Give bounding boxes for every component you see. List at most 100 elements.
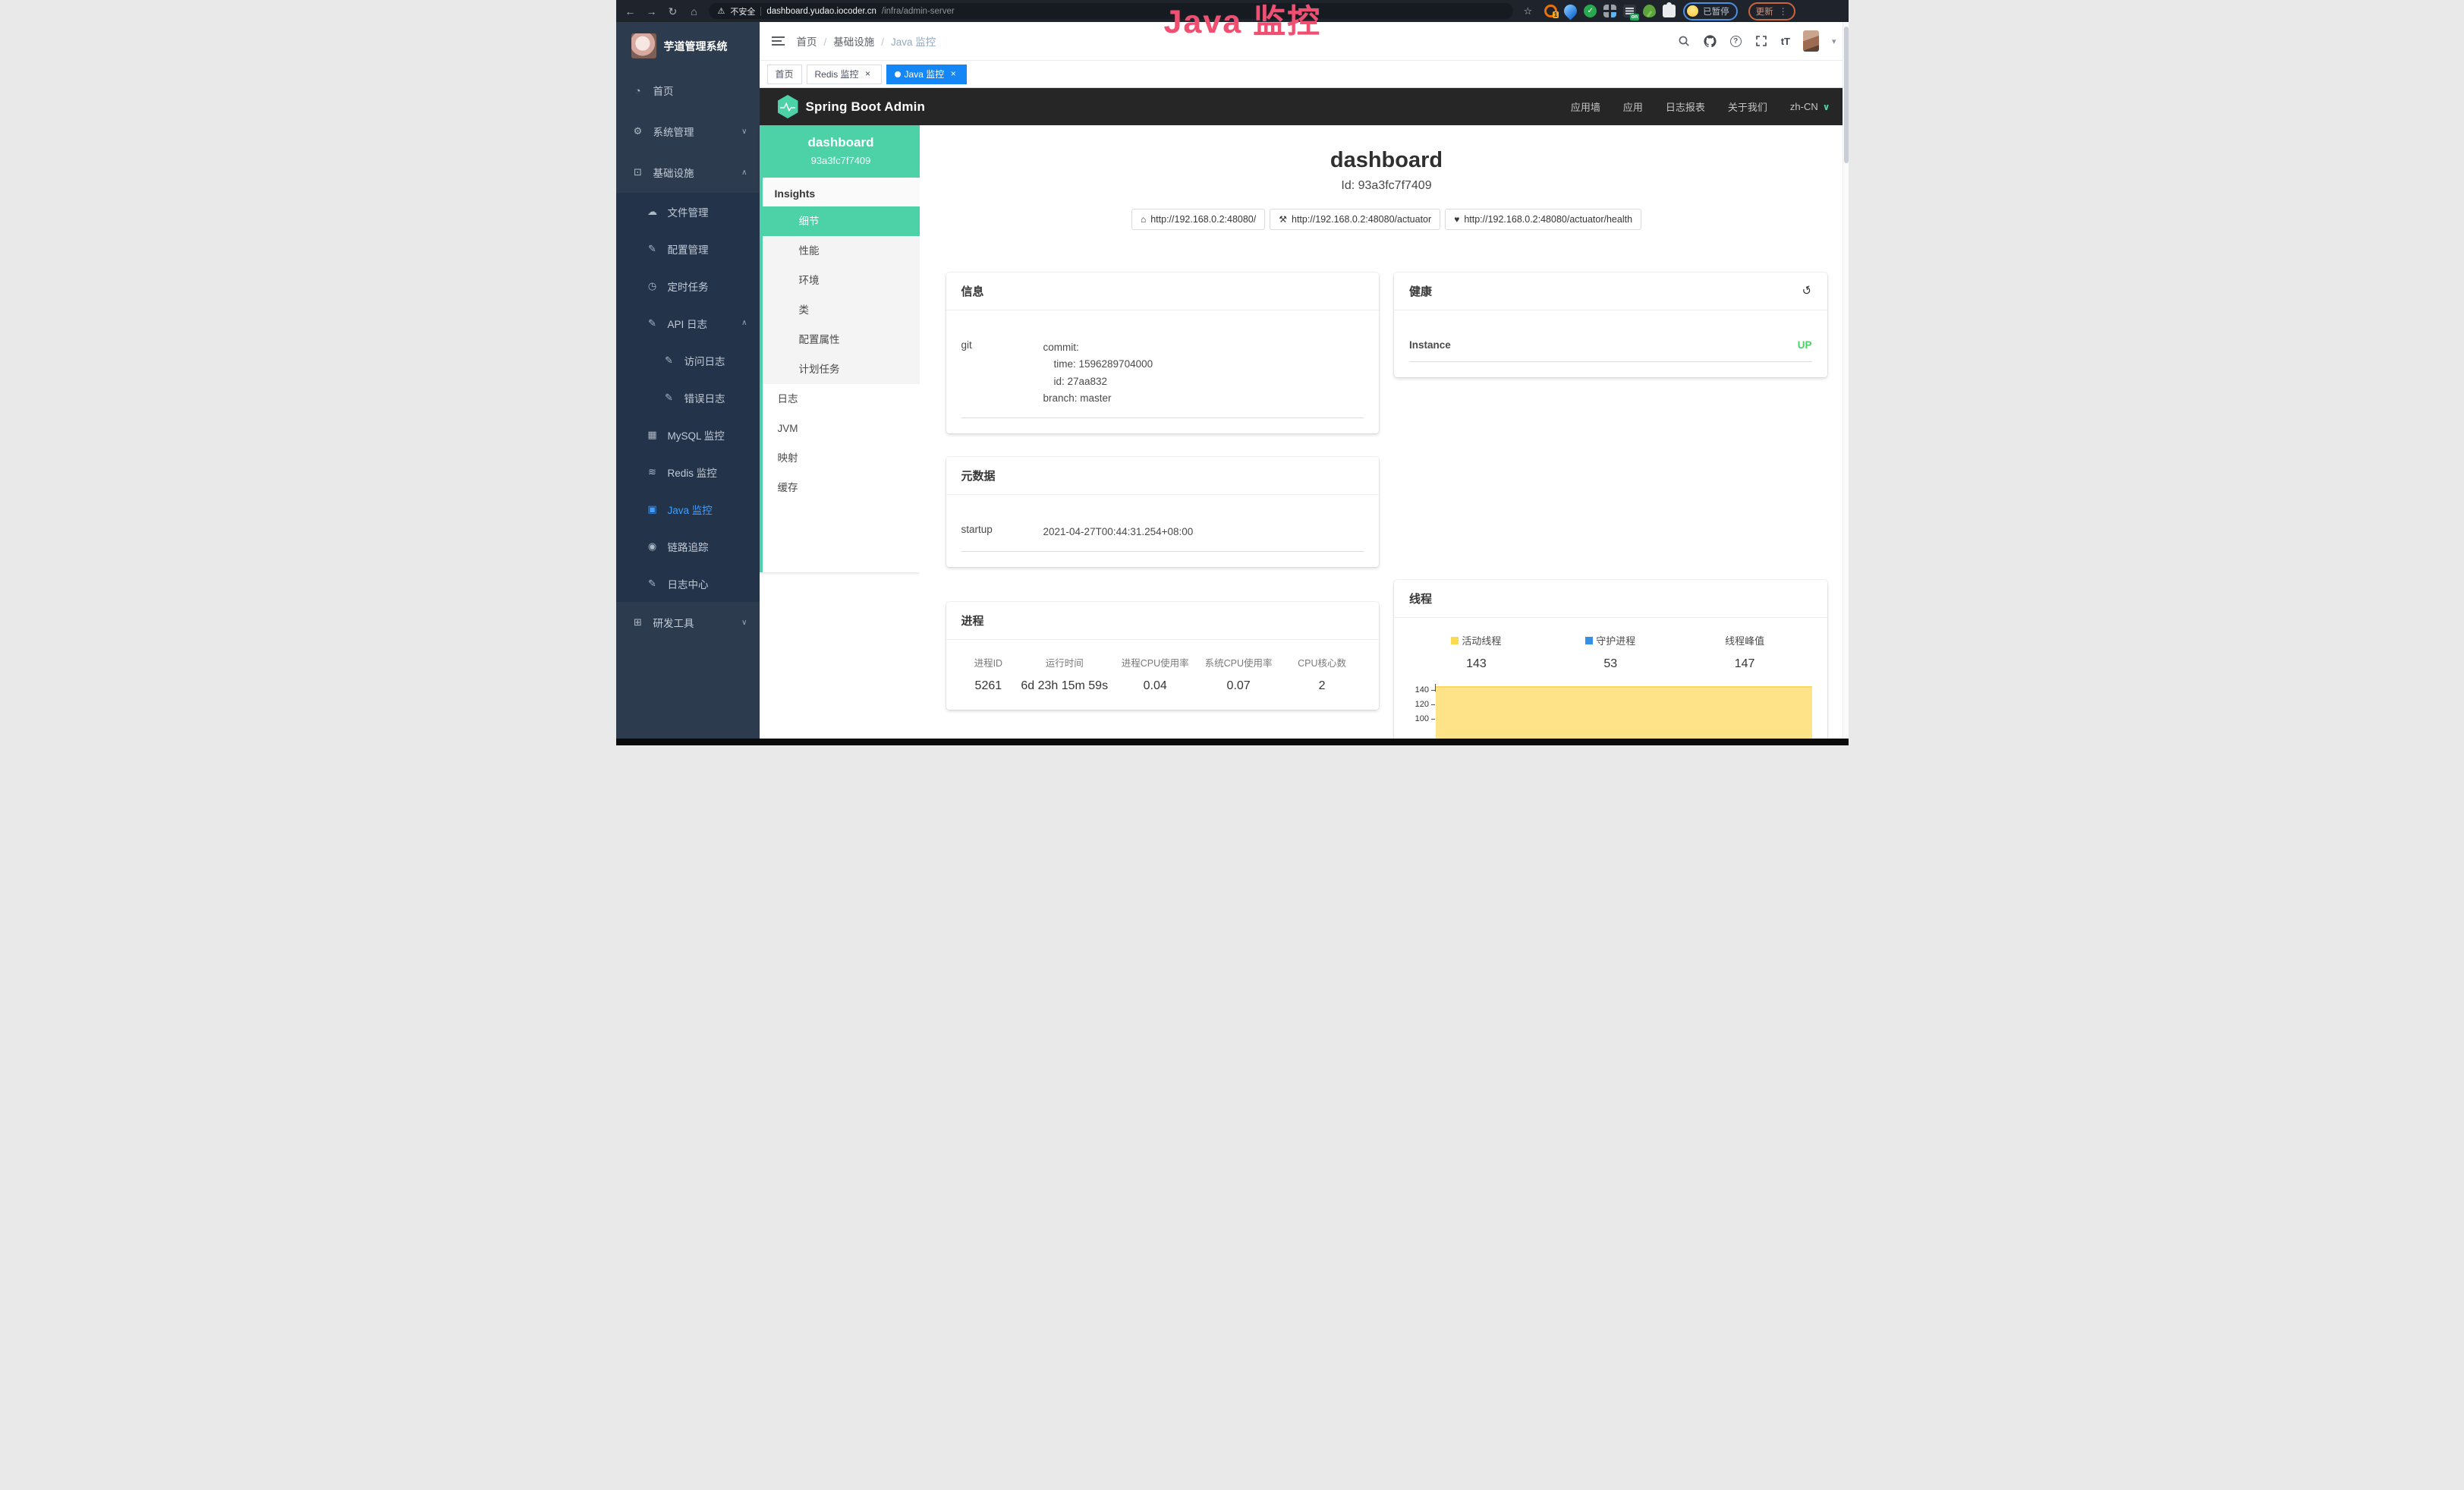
sidebar-item-label: Java 监控 [668, 502, 713, 517]
home-icon[interactable]: ⌂ [688, 6, 701, 17]
scrollbar-thumb[interactable] [1844, 27, 1849, 163]
check-extension-icon[interactable]: ✓ [1584, 5, 1597, 17]
java-monitor-icon [647, 503, 659, 515]
sba-menu-logs[interactable]: 日志 [763, 384, 920, 414]
security-label: 不安全 [730, 5, 755, 17]
service-url-button[interactable]: http://192.168.0.2:48080/ [1131, 209, 1265, 230]
sba-menu-metrics[interactable]: 性能 [763, 236, 920, 266]
sidebar-item-file[interactable]: 文件管理 [616, 193, 760, 230]
tab-label: 首页 [776, 68, 794, 80]
sidebar-item-api-log[interactable]: API 日志 [616, 304, 760, 342]
actuator-url-button[interactable]: http://192.168.0.2:48080/actuator [1270, 209, 1440, 230]
info-card: 信息 git commit: time: 1596289704000 [946, 272, 1380, 433]
instance-title: dashboard [946, 148, 1827, 173]
log-icon [647, 317, 659, 329]
sidebar-item-access-log[interactable]: 访问日志 [616, 342, 760, 379]
locale-label: zh-CN [1790, 101, 1818, 112]
user-caret-icon[interactable] [1832, 36, 1836, 46]
update-label: 更新 [1756, 5, 1773, 17]
sidebar-item-mysql[interactable]: MySQL 监控 [616, 416, 760, 453]
address-bar[interactable]: ⚠ 不安全 dashboard.yudao.iocoder.cn/infra/a… [709, 3, 1513, 19]
key-extension-icon[interactable] [1643, 5, 1656, 17]
sba-brand-title[interactable]: Spring Boot Admin [806, 99, 926, 115]
sidebar-item-config[interactable]: 配置管理 [616, 230, 760, 267]
close-icon[interactable] [948, 69, 958, 80]
puzzle-extensions-icon[interactable] [1663, 5, 1676, 17]
chevron-up-icon [741, 319, 747, 327]
sba-nav-wallboard[interactable]: 应用墙 [1571, 99, 1600, 114]
legend-label: 活动线程 [1462, 633, 1501, 647]
history-icon[interactable] [1802, 285, 1812, 297]
log-icon [647, 578, 659, 590]
sba-nav-about[interactable]: 关于我们 [1728, 99, 1767, 114]
paused-extension-button[interactable]: 已暂停 [1683, 2, 1738, 20]
sba-section-label: Insights [763, 178, 920, 206]
locale-selector[interactable]: zh-CN [1790, 101, 1830, 112]
process-col-pid: 进程ID 5261 [961, 655, 1016, 693]
tab-redis-monitor[interactable]: Redis 监控 [807, 65, 882, 84]
sba-app-block[interactable]: dashboard 93a3fc7f7409 [763, 125, 920, 178]
sba-nav-applications[interactable]: 应用 [1623, 99, 1643, 114]
reload-icon[interactable]: ↻ [666, 6, 680, 17]
blue-swatch [1585, 637, 1593, 644]
sba-nav-journal[interactable]: 日志报表 [1666, 99, 1705, 114]
metadata-card: 元数据 startup 2021-04-27T00:44:31.254+08:0… [946, 457, 1380, 567]
spring-boot-admin-logo[interactable] [778, 95, 798, 118]
tab-home[interactable]: 首页 [767, 65, 802, 84]
sba-menu-caches[interactable]: 缓存 [763, 473, 920, 502]
sidebar-item-home[interactable]: 首页 [616, 70, 760, 111]
forward-icon[interactable]: → [645, 6, 659, 17]
sidebar-item-redis[interactable]: Redis 监控 [616, 453, 760, 490]
process-col-uptime: 运行时间 6d 23h 15m 59s [1015, 655, 1113, 693]
on-badge: on [1630, 14, 1640, 20]
metadata-value: 2021-04-27T00:44:31.254+08:00 [1043, 524, 1364, 540]
close-icon[interactable] [863, 69, 873, 80]
extension-icon[interactable]: 1 [1544, 5, 1557, 17]
search-icon[interactable] [1677, 34, 1691, 48]
back-icon[interactable]: ← [624, 6, 637, 17]
column-header: 运行时间 [1015, 655, 1113, 669]
switch-extension-icon[interactable]: on [1623, 5, 1636, 17]
instance-id: Id: 93a3fc7f7409 [946, 179, 1827, 193]
sidebar-item-dev-tools[interactable]: 研发工具 [616, 602, 760, 643]
health-url-button[interactable]: http://192.168.0.2:48080/actuator/health [1445, 209, 1641, 230]
grid-extension-icon[interactable] [1603, 5, 1616, 17]
sba-menu-env[interactable]: 环境 [763, 266, 920, 295]
sidebar-item-job[interactable]: 定时任务 [616, 267, 760, 304]
sidebar-item-java-monitor[interactable]: Java 监控 [616, 490, 760, 528]
sidebar-item-infra[interactable]: 基础设施 [616, 152, 760, 193]
sba-menu-mappings[interactable]: 映射 [763, 443, 920, 473]
sba-menu-details[interactable]: 细节 [763, 206, 920, 236]
github-icon[interactable] [1704, 34, 1717, 48]
chevron-up-icon [741, 169, 747, 177]
sba-menu-jvm[interactable]: JVM [763, 414, 920, 443]
pin-extension-icon[interactable] [1562, 2, 1580, 20]
wrench-icon [1279, 214, 1287, 225]
breadcrumb-home[interactable]: 首页 [797, 33, 827, 49]
sidebar-collapse-icon[interactable] [772, 36, 785, 46]
heartbeat-icon [1454, 214, 1459, 225]
sidebar-item-system[interactable]: 系统管理 [616, 111, 760, 152]
sba-menu-classes[interactable]: 类 [763, 295, 920, 325]
bookmark-star-icon[interactable]: ☆ [1524, 5, 1533, 17]
breadcrumb: 首页 基础设施 Java 监控 [797, 33, 936, 49]
fullscreen-icon[interactable] [1754, 34, 1768, 48]
sba-menu-configprops[interactable]: 配置属性 [763, 325, 920, 354]
user-avatar[interactable] [1803, 30, 1819, 52]
font-size-icon[interactable]: tT [1781, 36, 1790, 47]
help-icon[interactable] [1730, 36, 1742, 47]
sidebar-item-log-center[interactable]: 日志中心 [616, 565, 760, 602]
info-value: commit: time: 1596289704000 id: 27aa832 … [1043, 339, 1364, 407]
stack-icon [647, 466, 659, 478]
sba-menu-scheduled-tasks[interactable]: 计划任务 [763, 354, 920, 384]
tab-java-monitor[interactable]: Java 监控 [886, 65, 968, 84]
sidebar-item-trace[interactable]: 链路追踪 [616, 528, 760, 565]
logo-row[interactable]: 芋道管理系统 [616, 22, 760, 70]
url-host: dashboard.yudao.iocoder.cn [766, 7, 876, 16]
gear-icon [632, 125, 644, 137]
legend-live-threads: 活动线程 143 [1409, 633, 1544, 671]
breadcrumb-infra[interactable]: 基础设施 [833, 33, 884, 49]
live-threads-area [1436, 686, 1812, 745]
sidebar-item-error-log[interactable]: 错误日志 [616, 379, 760, 416]
chrome-update-button[interactable]: 更新 ⋮ [1748, 2, 1795, 20]
